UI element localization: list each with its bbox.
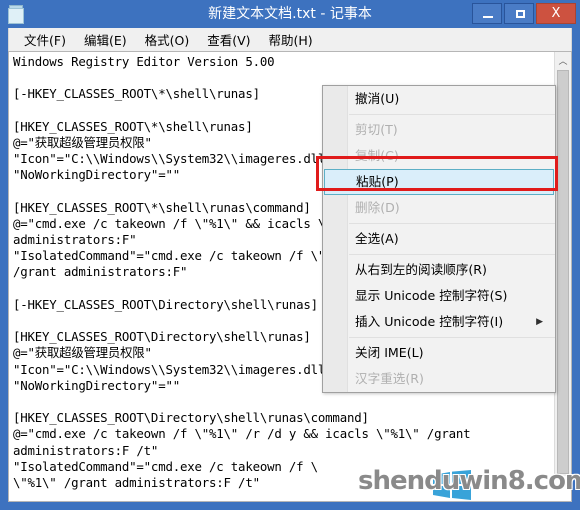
menu-bar: 文件(F) 编辑(E) 格式(O) 查看(V) 帮助(H) <box>8 28 572 51</box>
editor-line: Windows Registry Editor Version 5.00 <box>13 54 275 69</box>
menu-item-file[interactable]: 文件(F) <box>15 28 75 51</box>
context-menu-item-label: 删除(D) <box>355 200 400 215</box>
context-menu[interactable]: 撤消(U) 剪切(T) 复制(C) 粘贴(P) 删除(D) 全选(A) 从右到左的阅读顺序(… <box>322 85 556 393</box>
menu-item-edit[interactable]: 编辑(E) <box>75 28 136 51</box>
scroll-up-arrow-icon[interactable]: ︿ <box>555 52 571 69</box>
notepad-icon <box>8 5 25 24</box>
context-menu-item-label: 粘贴(P) <box>356 174 399 189</box>
minimize-icon <box>483 16 493 18</box>
context-menu-item-label: 汉字重选(R) <box>355 371 424 386</box>
context-menu-item-label: 复制(C) <box>355 148 399 163</box>
title-bar[interactable]: 新建文本文档.txt - 记事本 X <box>0 0 580 28</box>
notepad-window: 新建文本文档.txt - 记事本 X 文件(F) 编辑(E) 格式(O) 查看(… <box>0 0 580 510</box>
menu-item-format[interactable]: 格式(O) <box>136 28 199 51</box>
editor-line: "IsolatedCommand"="cmd.exe /c takeown /f… <box>13 458 318 474</box>
context-menu-item[interactable]: 显示 Unicode 控制字符(S) <box>323 283 555 309</box>
context-menu-item[interactable]: 撤消(U) <box>323 86 555 112</box>
submenu-arrow-icon: ▶ <box>536 317 543 327</box>
maximize-button[interactable] <box>504 3 534 24</box>
context-menu-item-label: 从右到左的阅读顺序(R) <box>355 262 487 277</box>
context-menu-item[interactable]: 插入 Unicode 控制字符(I) ▶ <box>323 309 555 335</box>
context-menu-item: 删除(D) <box>323 195 555 221</box>
context-menu-separator <box>349 337 555 338</box>
context-menu-item-label: 全选(A) <box>355 231 399 246</box>
context-menu-item: 复制(C) <box>323 143 555 169</box>
editor-line: @="cmd.exe /c takeown /f \"%1\" /r /d y … <box>13 426 471 442</box>
maximize-icon <box>516 10 525 18</box>
vertical-scrollbar[interactable]: ︿ <box>554 52 571 476</box>
context-menu-item: 剪切(T) <box>323 117 555 143</box>
context-menu-item[interactable]: 关闭 IME(L) <box>323 340 555 366</box>
context-menu-item-label: 剪切(T) <box>355 122 398 137</box>
context-menu-item-label: 显示 Unicode 控制字符(S) <box>355 288 508 303</box>
editor-line: [HKEY_CLASSES_ROOT\Directory\shell\runas… <box>13 410 369 426</box>
minimize-button[interactable] <box>472 3 502 24</box>
context-menu-item-label: 关闭 IME(L) <box>355 345 424 360</box>
editor-line: administrators:F /t" <box>13 442 159 458</box>
window-controls: X <box>472 3 576 24</box>
menu-item-help[interactable]: 帮助(H) <box>260 28 322 51</box>
context-menu-item-label: 撤消(U) <box>355 91 400 106</box>
editor-line: \"%1\" /grant administrators:F /t" <box>13 474 260 490</box>
context-menu-item[interactable]: 粘贴(P) <box>324 169 554 195</box>
context-menu-separator <box>349 254 555 255</box>
context-menu-item[interactable]: 全选(A) <box>323 226 555 252</box>
menu-item-view[interactable]: 查看(V) <box>198 28 259 51</box>
scrollbar-thumb[interactable] <box>557 70 569 474</box>
screen: 新建文本文档.txt - 记事本 X 文件(F) 编辑(E) 格式(O) 查看(… <box>0 0 580 510</box>
close-button[interactable]: X <box>536 3 576 24</box>
context-menu-item[interactable]: 从右到左的阅读顺序(R) <box>323 257 555 283</box>
context-menu-item-label: 插入 Unicode 控制字符(I) <box>355 314 504 329</box>
context-menu-separator <box>349 114 555 115</box>
context-menu-item: 汉字重选(R) <box>323 366 555 392</box>
context-menu-separator <box>349 223 555 224</box>
close-icon: X <box>551 6 561 21</box>
